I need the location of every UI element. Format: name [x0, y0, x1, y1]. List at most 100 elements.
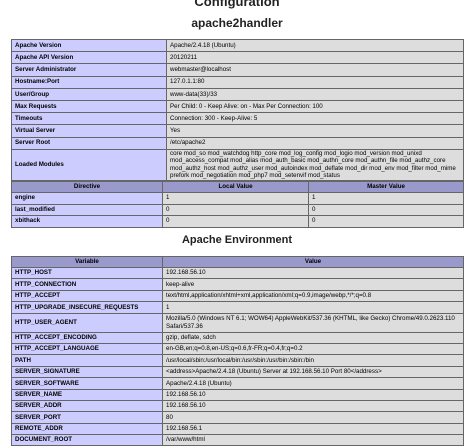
directive-local-value: 0 [162, 203, 309, 216]
config-name: Server Root [11, 136, 167, 150]
env-value: 192.168.56.10 [162, 266, 464, 280]
env-value: /var/www/html [162, 434, 464, 446]
directive-row: xbithack 0 0 [11, 215, 464, 228]
config-value: Apache/2.4.18 (Ubuntu) [166, 38, 464, 53]
env-variable: HTTP_ACCEPT_LANGUAGE [11, 342, 163, 356]
env-value: 192.168.56.10 [162, 388, 464, 401]
config-row: Timeouts Connection: 300 - Keep-Alive: 5 [11, 112, 464, 126]
header-master-value: Master Value [308, 181, 464, 193]
phpinfo-page: Configuration apache2handler Apache Vers… [0, 0, 474, 446]
env-variable: HTTP_HOST [11, 266, 163, 280]
directives-table: Directive Local Value Master Value engin… [11, 181, 464, 228]
env-variable: HTTP_UPGRADE_INSECURE_REQUESTS [11, 301, 163, 314]
directive-master-value: 0 [308, 203, 464, 216]
env-row: HTTP_ACCEPT_LANGUAGE en-GB,en;q=0.8,en-US… [11, 342, 464, 356]
env-value: Apache/2.4.18 (Ubuntu) [162, 377, 464, 390]
config-value: Connection: 300 - Keep-Alive: 5 [166, 112, 464, 126]
env-value: 192.168.56.1 [162, 422, 464, 436]
directive-name: xbithack [11, 215, 163, 228]
config-value: Per Child: 0 - Keep Alive: on - Max Per … [166, 99, 464, 114]
section-heading-environment: Apache Environment [181, 234, 293, 246]
env-row: DOCUMENT_ROOT/var/www/html [11, 434, 464, 446]
config-name: Server Administrator [11, 63, 167, 77]
directive-row: last_modified 0 0 [11, 203, 464, 216]
env-row: HTTP_HOST 192.168.56.10 [11, 266, 464, 280]
directive-row: engine 1 1 [11, 192, 464, 205]
config-value: Yes [166, 124, 464, 138]
config-name: User/Group [11, 87, 167, 101]
env-variable: SERVER_ADDR [11, 399, 163, 413]
env-row: HTTP_ACCEPT_ENCODING gzip, deflate, sdch [11, 331, 464, 344]
env-row: HTTP_CONNECTION keep-alive [11, 278, 464, 291]
env-row: HTTP_USER_AGENT Mozilla/5.0 (Windows NT 6… [11, 312, 464, 333]
env-value: gzip, deflate, sdch [162, 331, 464, 344]
env-row: PATH/usr/local/sbin:/usr/local/bin:/usr/… [11, 354, 464, 367]
env-variable: SERVER_SIGNATURE [11, 365, 163, 379]
config-row: Virtual Server Yes [11, 124, 464, 138]
directive-master-value: 0 [308, 215, 464, 228]
env-value: en-GB,en;q=0.8,en-US;q=0.6,fr-FR;q=0.4,f… [162, 342, 464, 356]
directive-local-value: 0 [162, 215, 309, 228]
env-variable: HTTP_ACCEPT_ENCODING [11, 331, 163, 344]
env-value: 192.168.56.10 [162, 399, 464, 413]
config-value: 20120211 [166, 51, 464, 65]
env-variable: REMOTE_ADDR [11, 422, 163, 436]
header-local-value: Local Value [162, 181, 309, 193]
config-name: Loaded Modules [11, 148, 167, 182]
config-name: Max Requests [11, 99, 167, 114]
env-value: /usr/local/sbin:/usr/local/bin:/usr/sbin… [162, 354, 464, 367]
env-row: SERVER_SIGNATURE <address>Apache/2.4.18 (… [11, 365, 464, 379]
env-variable: DOCUMENT_ROOT [11, 434, 163, 446]
environment-header-row: Variable Value [11, 256, 464, 268]
header-variable: Variable [11, 256, 163, 268]
env-variable: SERVER_SOFTWARE [11, 377, 163, 390]
env-value: text/html,application/xhtml+xml,applicat… [162, 289, 464, 303]
config-value: 127.0.1.1:80 [166, 75, 464, 89]
env-variable: SERVER_PORT [11, 411, 163, 424]
config-row: Apache API Version 20120211 [11, 51, 464, 65]
env-variable: HTTP_ACCEPT [11, 289, 163, 303]
env-row: SERVER_SOFTWARE Apache/2.4.18 (Ubuntu) [11, 377, 464, 390]
directive-name: engine [11, 192, 163, 205]
env-row: HTTP_UPGRADE_INSECURE_REQUESTS 1 [11, 301, 464, 314]
config-name: Virtual Server [11, 124, 167, 138]
env-variable: HTTP_USER_AGENT [11, 312, 163, 333]
config-value: www-data(33)/33 [166, 87, 464, 101]
config-row: Server Administrator webmaster@localhost [11, 63, 464, 77]
env-row: HTTP_ACCEPT text/html,application/xhtml+x… [11, 289, 464, 303]
directive-master-value: 1 [308, 192, 464, 205]
env-value: Mozilla/5.0 (Windows NT 6.1; WOW64) Appl… [162, 312, 464, 333]
directives-header-row: Directive Local Value Master Value [11, 181, 464, 193]
env-value: <address>Apache/2.4.18 (Ubuntu) Server a… [162, 365, 464, 379]
directive-name: last_modified [11, 203, 163, 216]
env-variable: SERVER_NAME [11, 388, 163, 401]
directive-local-value: 1 [162, 192, 309, 205]
header-value: Value [162, 256, 464, 268]
config-value: webmaster@localhost [166, 63, 464, 77]
apache-config-table: Apache Version Apache/2.4.18 (Ubuntu) Apac… [11, 38, 464, 182]
config-row: User/Group www-data(33)/33 [11, 87, 464, 101]
config-row: Server Root/etc/apache2 [11, 136, 464, 150]
page-title: Configuration [194, 0, 280, 9]
env-row: SERVER_ADDR 192.168.56.10 [11, 399, 464, 413]
env-row: SERVER_NAME 192.168.56.10 [11, 388, 464, 401]
config-name: Apache Version [11, 38, 167, 53]
env-value: keep-alive [162, 278, 464, 291]
environment-table: Variable Value HTTP_HOST 192.168.56.10 HTT… [11, 256, 464, 446]
config-row: Hostname:Port 127.0.1.1:80 [11, 75, 464, 89]
config-name: Timeouts [11, 112, 167, 126]
env-value: 80 [162, 411, 464, 424]
config-name: Apache API Version [11, 51, 167, 65]
config-value: core mod_so mod_watchdog http_core mod_l… [166, 148, 464, 182]
env-value: 1 [162, 301, 464, 314]
env-row: SERVER_PORT 80 [11, 411, 464, 424]
config-value: /etc/apache2 [166, 136, 464, 150]
config-row: Max Requests Per Child: 0 - Keep Alive: o… [11, 99, 464, 114]
env-row: REMOTE_ADDR 192.168.56.1 [11, 422, 464, 436]
section-heading-apache2handler: apache2handler [191, 16, 283, 30]
config-row: Apache Version Apache/2.4.18 (Ubuntu) [11, 38, 464, 53]
env-variable: HTTP_CONNECTION [11, 278, 163, 291]
config-row: Loaded Modules core mod_so mod_watchdog h… [11, 148, 464, 182]
env-variable: PATH [11, 354, 163, 367]
config-name: Hostname:Port [11, 75, 167, 89]
